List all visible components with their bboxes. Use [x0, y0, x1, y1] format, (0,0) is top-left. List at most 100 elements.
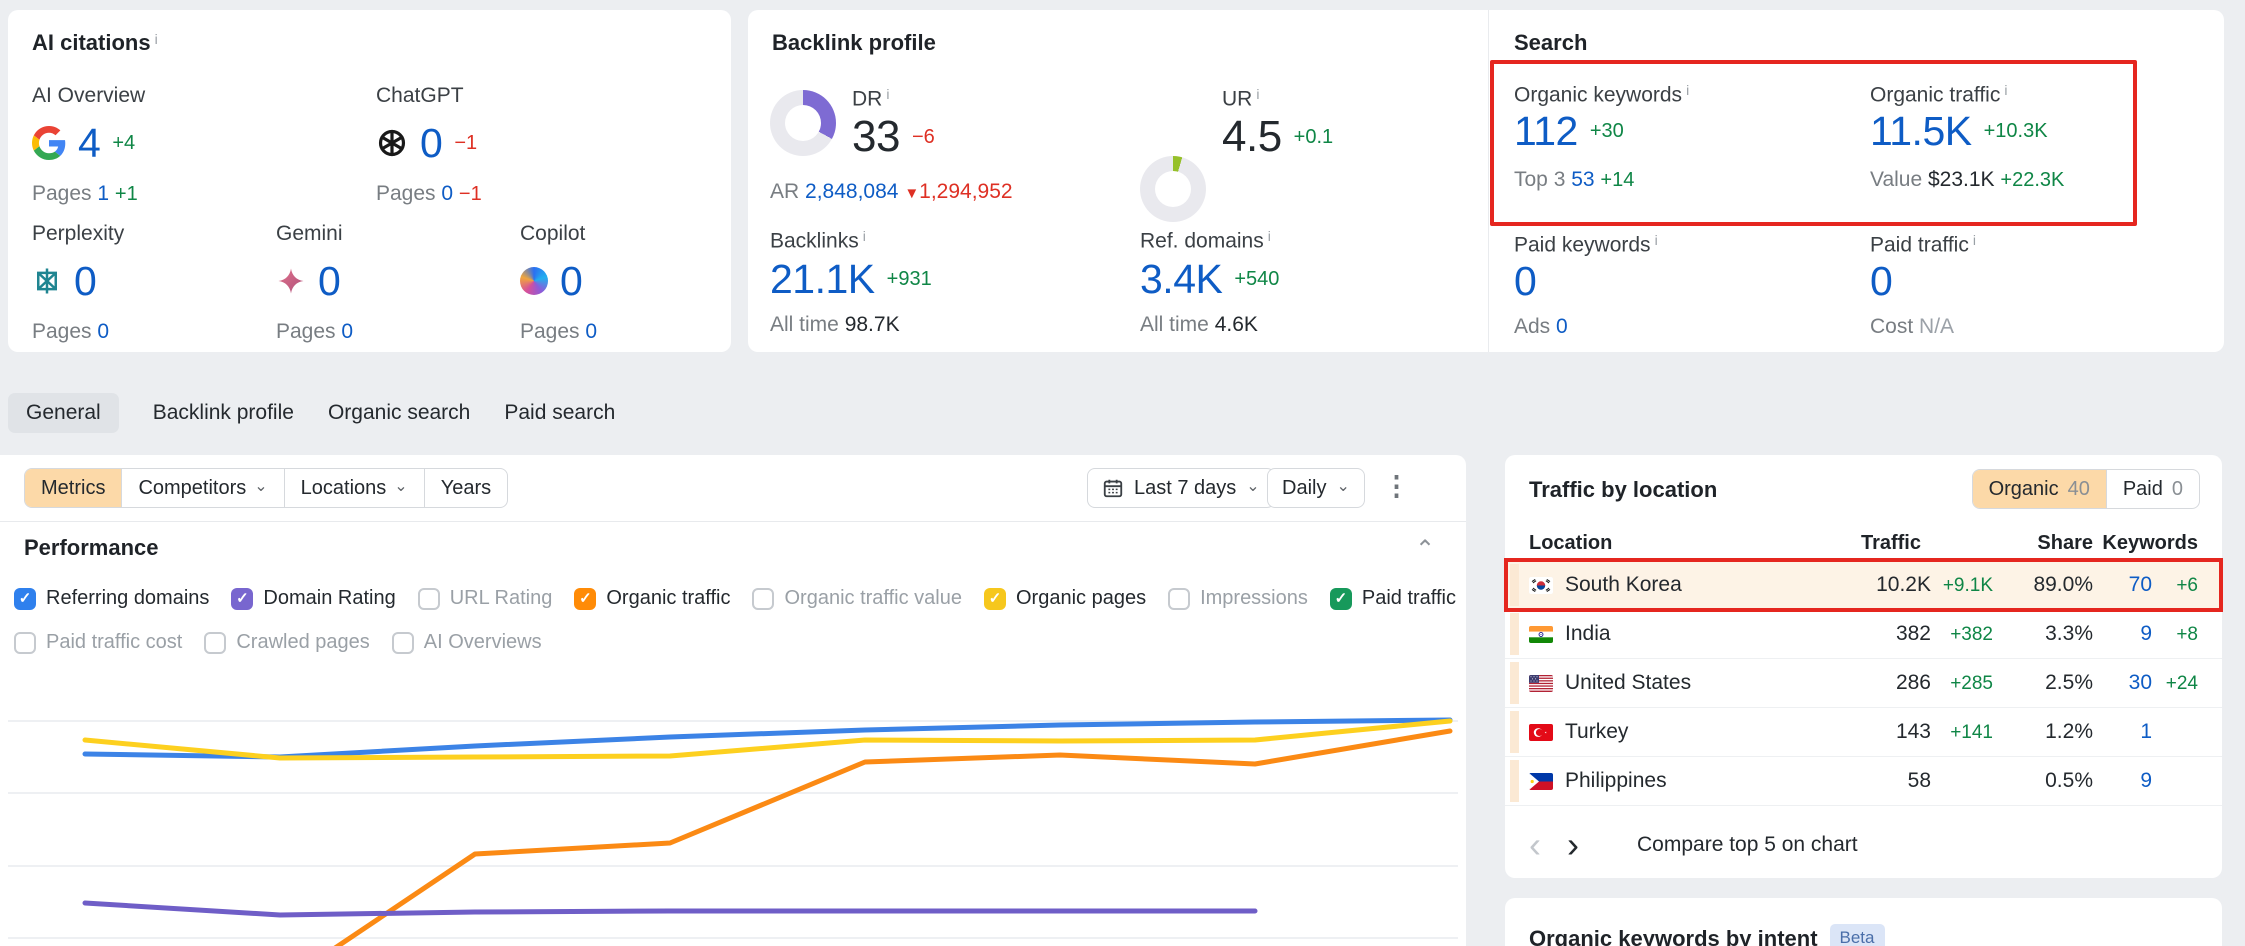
chevron-down-icon: ⌄ [394, 476, 407, 496]
paid-traffic-value[interactable]: 0 [1870, 258, 1892, 305]
next-page-icon[interactable]: › [1567, 827, 1579, 863]
search-title: Search [1514, 30, 1587, 55]
checkbox-box [204, 632, 226, 654]
table-row-india[interactable]: India 382+382 3.3% 9+8 [1505, 610, 2222, 659]
table-row-philippines[interactable]: Philippines 58 0.5% 9 [1505, 757, 2222, 806]
section-tabs: General Backlink profile Organic search … [8, 392, 615, 434]
toolbar-divider [0, 521, 1466, 522]
organic-traffic-value[interactable]: 11.5K [1870, 108, 1972, 155]
traffic-value-amount: $23.1K [1928, 168, 1995, 191]
filters-group: Metrics Competitors⌄ Locations⌄ Years [24, 468, 508, 508]
ar-value[interactable]: 2,848,084 [805, 180, 898, 203]
ads-value[interactable]: 0 [1556, 315, 1568, 338]
checkbox-box [1168, 588, 1190, 610]
chevron-down-icon: ⌄ [254, 476, 267, 496]
tab-organic-search[interactable]: Organic search [328, 393, 470, 433]
performance-card: Metrics Competitors⌄ Locations⌄ Years La… [0, 455, 1466, 946]
ai-citations-card: AI citationsi AI Overview 4 +4 Pages 1 +… [8, 10, 731, 352]
checkbox-organic-traffic[interactable]: ✓Organic traffic [574, 587, 730, 610]
competitors-filter-button[interactable]: Competitors⌄ [122, 469, 284, 507]
top3-value[interactable]: 53 [1571, 168, 1594, 191]
checkbox-box [752, 588, 774, 610]
checkbox-impressions[interactable]: Impressions [1168, 587, 1308, 610]
info-icon[interactable]: i [1973, 232, 1976, 248]
table-row-united-states[interactable]: United States 286+285 2.5% 30+24 [1505, 659, 2222, 708]
collapse-section-icon[interactable]: ⌃ [1415, 535, 1435, 564]
checkbox-box [392, 632, 414, 654]
ai-overview-value[interactable]: 4 [78, 120, 100, 167]
table-pagination: ‹ › Compare top 5 on chart [1529, 823, 1858, 867]
copilot-pages[interactable]: 0 [585, 320, 597, 343]
toggle-organic[interactable]: Organic40 [1973, 470, 2106, 508]
chatgpt-icon [376, 127, 408, 159]
perplexity-icon [32, 266, 62, 296]
locations-filter-button[interactable]: Locations⌄ [285, 469, 425, 507]
ai-citations-title: AI citations [32, 30, 151, 55]
years-filter-button[interactable]: Years [425, 469, 507, 507]
compare-top5-link[interactable]: Compare top 5 on chart [1637, 833, 1858, 857]
table-row-turkey[interactable]: Turkey 143+141 1.2% 1 [1505, 708, 2222, 757]
info-icon[interactable]: i [1655, 232, 1658, 248]
checkbox-organic-traffic-value[interactable]: Organic traffic value [752, 587, 962, 610]
prev-page-icon[interactable]: ‹ [1529, 827, 1541, 863]
ref-domains-alltime: 4.6K [1215, 313, 1258, 336]
info-icon[interactable]: i [886, 86, 889, 102]
backlinks-delta: +931 [887, 268, 932, 291]
more-options-icon[interactable]: ⋮ [1383, 471, 1410, 502]
info-icon[interactable]: i [155, 31, 158, 47]
chatgpt-value[interactable]: 0 [420, 120, 442, 167]
checkbox-organic-pages[interactable]: ✓Organic pages [984, 587, 1146, 610]
cost-value: N/A [1919, 315, 1954, 338]
seo-dashboard: AI citationsi AI Overview 4 +4 Pages 1 +… [0, 0, 2245, 946]
checkbox-paid-traffic[interactable]: ✓Paid traffic [1330, 587, 1456, 610]
perplexity-pages[interactable]: 0 [97, 320, 109, 343]
share-strip [1510, 564, 1519, 606]
tab-paid-search[interactable]: Paid search [504, 393, 615, 433]
organic-paid-toggle: Organic40 Paid0 [1972, 469, 2200, 509]
granularity-button[interactable]: Daily ⌄ [1267, 468, 1365, 508]
card-divider [1488, 10, 1489, 352]
beta-badge: Beta [1830, 924, 1885, 946]
metric-checkbox-row-2: Paid traffic cost Crawled pages AI Overv… [14, 631, 542, 654]
keywords-by-intent-card: Organic keywords by intentBeta [1505, 898, 2222, 946]
share-strip [1510, 613, 1519, 655]
checkbox-ai-overviews[interactable]: AI Overviews [392, 631, 542, 654]
gemini-pages[interactable]: 0 [341, 320, 353, 343]
chatgpt-delta: −1 [454, 132, 477, 155]
chevron-down-icon: ⌄ [1246, 476, 1259, 496]
organic-keywords-value[interactable]: 112 [1514, 108, 1578, 155]
paid-keywords-value[interactable]: 0 [1514, 258, 1536, 305]
performance-chart[interactable] [0, 660, 1466, 946]
metrics-filter-button[interactable]: Metrics [25, 469, 122, 507]
info-icon[interactable]: i [1686, 82, 1689, 98]
dr-value: 33 [852, 112, 900, 162]
checkbox-referring-domains[interactable]: ✓Referring domains [14, 587, 209, 610]
ref-domains-delta: +540 [1234, 268, 1279, 291]
perplexity-value[interactable]: 0 [74, 258, 96, 305]
date-range-button[interactable]: Last 7 days ⌄ [1087, 468, 1275, 508]
gemini-value[interactable]: 0 [318, 258, 340, 305]
checkbox-url-rating[interactable]: URL Rating [418, 587, 553, 610]
organic-traffic-delta: +10.3K [1984, 120, 2048, 143]
table-row-south-korea[interactable]: South Korea 10.2K+9.1K 89.0% 70+6 [1505, 561, 2222, 610]
checkbox-paid-traffic-cost[interactable]: Paid traffic cost [14, 631, 182, 654]
toggle-paid[interactable]: Paid0 [2106, 470, 2199, 508]
checkbox-crawled-pages[interactable]: Crawled pages [204, 631, 369, 654]
info-icon[interactable]: i [1256, 86, 1259, 102]
info-icon[interactable]: i [2004, 82, 2007, 98]
ai-overview-pages[interactable]: 1 [97, 182, 109, 205]
dr-donut [770, 90, 836, 156]
backlinks-value[interactable]: 21.1K [770, 256, 875, 303]
copilot-value[interactable]: 0 [560, 258, 582, 305]
ref-domains-value[interactable]: 3.4K [1140, 256, 1222, 303]
ar-down-arrow-icon: ▼ [904, 185, 919, 202]
tab-general[interactable]: General [8, 393, 119, 433]
backlinks-alltime: 98.7K [845, 313, 900, 336]
info-icon[interactable]: i [863, 228, 866, 244]
checkbox-box: ✓ [984, 588, 1006, 610]
tab-backlink-profile[interactable]: Backlink profile [153, 393, 294, 433]
checkbox-domain-rating[interactable]: ✓Domain Rating [231, 587, 395, 610]
chatgpt-pages[interactable]: 0 [441, 182, 453, 205]
info-icon[interactable]: i [1268, 228, 1271, 244]
google-icon [32, 126, 66, 160]
